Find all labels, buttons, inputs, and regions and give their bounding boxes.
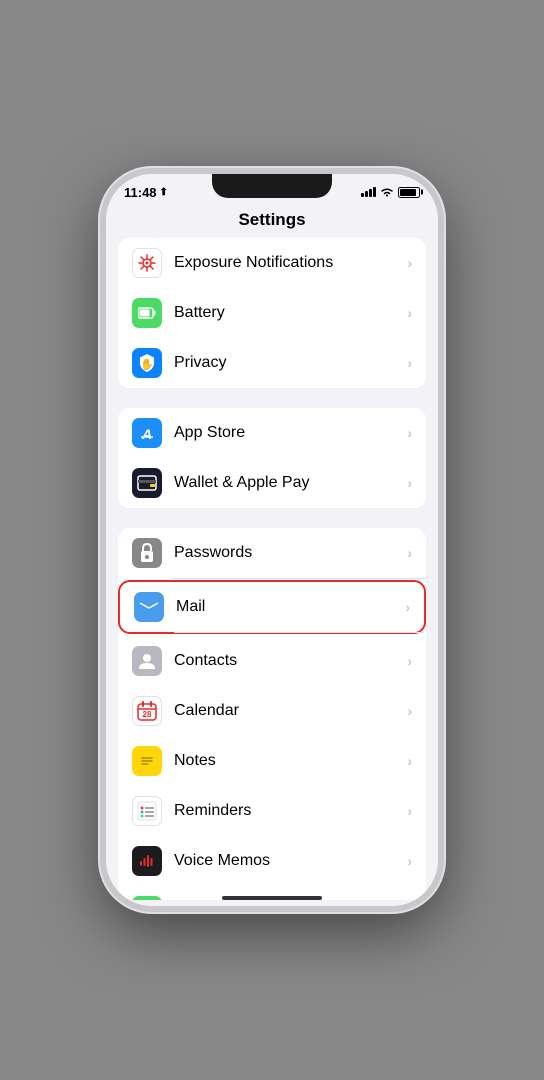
chevron-app-store: › [407, 425, 412, 441]
chevron-contacts: › [407, 653, 412, 669]
chevron-privacy: › [407, 355, 412, 371]
settings-group-2: A App Store › Wallet [118, 408, 426, 508]
privacy-icon: ✋ [132, 348, 162, 378]
nav-bar: Settings [106, 206, 438, 238]
battery-settings-icon [132, 298, 162, 328]
chevron-exposure: › [407, 255, 412, 271]
app-store-icon: A [132, 418, 162, 448]
battery-label: Battery [174, 304, 407, 322]
settings-item-exposure-notifications[interactable]: Exposure Notifications › [118, 238, 426, 288]
chevron-calendar: › [407, 703, 412, 719]
calendar-icon: 28 [132, 696, 162, 726]
signal-bars [361, 187, 376, 197]
location-icon: ⬆ [160, 187, 168, 198]
signal-bar-1 [361, 193, 364, 197]
contacts-label: Contacts [174, 652, 407, 670]
calendar-label: Calendar [174, 702, 407, 720]
phone-screen: 11:48 ⬆ [106, 174, 438, 906]
contacts-icon [132, 646, 162, 676]
settings-item-reminders[interactable]: Reminders › [118, 786, 426, 836]
battery-fill [400, 189, 416, 196]
settings-item-privacy[interactable]: ✋ Privacy › [118, 338, 426, 388]
settings-item-battery[interactable]: Battery › [118, 288, 426, 338]
notch [212, 174, 332, 198]
settings-item-voice-memos[interactable]: Voice Memos › [118, 836, 426, 886]
wifi-icon [380, 187, 394, 197]
svg-text:28: 28 [143, 710, 152, 719]
settings-item-notes[interactable]: Notes › [118, 736, 426, 786]
passwords-icon [132, 538, 162, 568]
chevron-passwords: › [407, 545, 412, 561]
exposure-notifications-label: Exposure Notifications [174, 254, 407, 272]
signal-bar-4 [373, 187, 376, 197]
settings-item-calendar[interactable]: 28 Calendar › [118, 686, 426, 736]
chevron-notes: › [407, 753, 412, 769]
chevron-reminders: › [407, 803, 412, 819]
svg-text:A: A [141, 426, 152, 442]
settings-item-passwords[interactable]: Passwords › [118, 528, 426, 578]
battery-icon [398, 187, 420, 198]
chevron-wallet: › [407, 475, 412, 491]
settings-item-app-store[interactable]: A App Store › [118, 408, 426, 458]
phone-frame: 11:48 ⬆ [100, 168, 444, 912]
status-icons [361, 187, 420, 198]
mail-icon [134, 592, 164, 622]
passwords-label: Passwords [174, 544, 407, 562]
settings-item-wallet[interactable]: Wallet & Apple Pay › [118, 458, 426, 508]
settings-item-contacts[interactable]: Contacts › [118, 636, 426, 686]
settings-group-1: Exposure Notifications › Battery › [118, 238, 426, 388]
reminders-label: Reminders [174, 802, 407, 820]
wallet-icon [132, 468, 162, 498]
voice-memos-label: Voice Memos [174, 852, 407, 870]
settings-item-mail[interactable]: Mail › [118, 580, 426, 634]
status-time: 11:48 ⬆ [124, 185, 168, 200]
notes-icon [132, 746, 162, 776]
reminders-icon [132, 796, 162, 826]
home-indicator [222, 896, 322, 900]
settings-content[interactable]: Exposure Notifications › Battery › [106, 238, 438, 900]
notes-label: Notes [174, 752, 407, 770]
time-display: 11:48 [124, 185, 157, 200]
signal-bar-3 [369, 189, 372, 197]
chevron-mail: › [405, 599, 410, 615]
voice-memos-icon [132, 846, 162, 876]
page-title: Settings [238, 210, 305, 229]
chevron-battery: › [407, 305, 412, 321]
mail-label: Mail [176, 598, 405, 616]
svg-text:✋: ✋ [140, 358, 154, 371]
app-store-label: App Store [174, 424, 407, 442]
signal-bar-2 [365, 191, 368, 197]
chevron-voice-memos: › [407, 853, 412, 869]
privacy-label: Privacy [174, 354, 407, 372]
phone-icon [132, 896, 162, 900]
exposure-notifications-icon [132, 248, 162, 278]
wallet-label: Wallet & Apple Pay [174, 474, 407, 492]
settings-group-3: Passwords › Mail › [118, 528, 426, 900]
